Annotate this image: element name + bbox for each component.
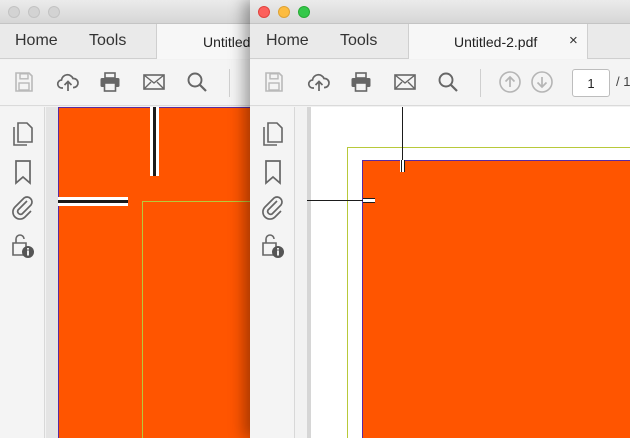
crop-mark-vertical <box>404 160 405 172</box>
print-icon[interactable] <box>349 70 373 94</box>
menu-bar: Home Tools Untitled-2.pdf × <box>250 24 630 59</box>
zoom-button[interactable] <box>298 6 310 18</box>
back-window: Home Tools Untitled <box>0 0 260 438</box>
mail-icon[interactable] <box>142 70 166 94</box>
menu-tools[interactable]: Tools <box>340 32 377 50</box>
left-sidebar <box>250 107 295 438</box>
tab-title: Untitled-2.pdf <box>454 34 538 50</box>
title-bar <box>0 0 260 24</box>
menu-home[interactable]: Home <box>266 32 309 50</box>
document-tab[interactable]: Untitled-2.pdf × <box>408 24 588 59</box>
toolbar-separator <box>229 69 230 97</box>
upload-cloud-icon[interactable] <box>56 70 80 94</box>
trim-line <box>347 147 630 438</box>
pages-icon[interactable] <box>261 121 285 147</box>
save-icon[interactable] <box>262 70 286 94</box>
toolbar-separator <box>480 69 481 97</box>
toolbar <box>0 60 260 106</box>
menu-home[interactable]: Home <box>15 32 58 50</box>
page-up-icon[interactable] <box>498 70 522 94</box>
left-sidebar <box>0 107 45 438</box>
print-icon[interactable] <box>98 70 122 94</box>
menu-tools[interactable]: Tools <box>89 32 126 50</box>
attachment-icon[interactable] <box>261 195 285 221</box>
crop-mark-horizontal <box>58 200 128 203</box>
page-number-input[interactable] <box>572 69 610 97</box>
document-view[interactable] <box>307 107 630 438</box>
minimize-button[interactable] <box>28 6 40 18</box>
bookmark-icon[interactable] <box>11 159 35 185</box>
crop-mark-horizontal <box>363 202 375 203</box>
tab-close-icon[interactable]: × <box>569 32 578 49</box>
security-info-icon[interactable] <box>11 233 35 259</box>
close-button[interactable] <box>258 6 270 18</box>
page-total: / 1 <box>616 74 630 89</box>
save-icon[interactable] <box>12 70 36 94</box>
mail-icon[interactable] <box>393 70 417 94</box>
front-window: Home Tools Untitled-2.pdf × / 1 <box>250 0 630 438</box>
crop-mark-horizontal <box>363 198 375 199</box>
zoom-button[interactable] <box>48 6 60 18</box>
upload-cloud-icon[interactable] <box>307 70 331 94</box>
page-down-icon[interactable] <box>530 70 554 94</box>
search-icon[interactable] <box>185 70 209 94</box>
bookmark-icon[interactable] <box>261 159 285 185</box>
crop-mark-vertical <box>153 107 156 176</box>
minimize-button[interactable] <box>278 6 290 18</box>
tab-title: Untitled <box>203 34 251 50</box>
trim-line <box>142 201 260 438</box>
search-icon[interactable] <box>436 70 460 94</box>
document-tab[interactable]: Untitled <box>156 24 260 59</box>
menu-bar: Home Tools Untitled <box>0 24 260 59</box>
attachment-icon[interactable] <box>11 195 35 221</box>
title-bar <box>250 0 630 24</box>
toolbar: / 1 <box>250 60 630 106</box>
document-view[interactable] <box>46 107 260 438</box>
security-info-icon[interactable] <box>261 233 285 259</box>
close-button[interactable] <box>8 6 20 18</box>
crop-mark-vertical <box>401 160 402 172</box>
pages-icon[interactable] <box>11 121 35 147</box>
